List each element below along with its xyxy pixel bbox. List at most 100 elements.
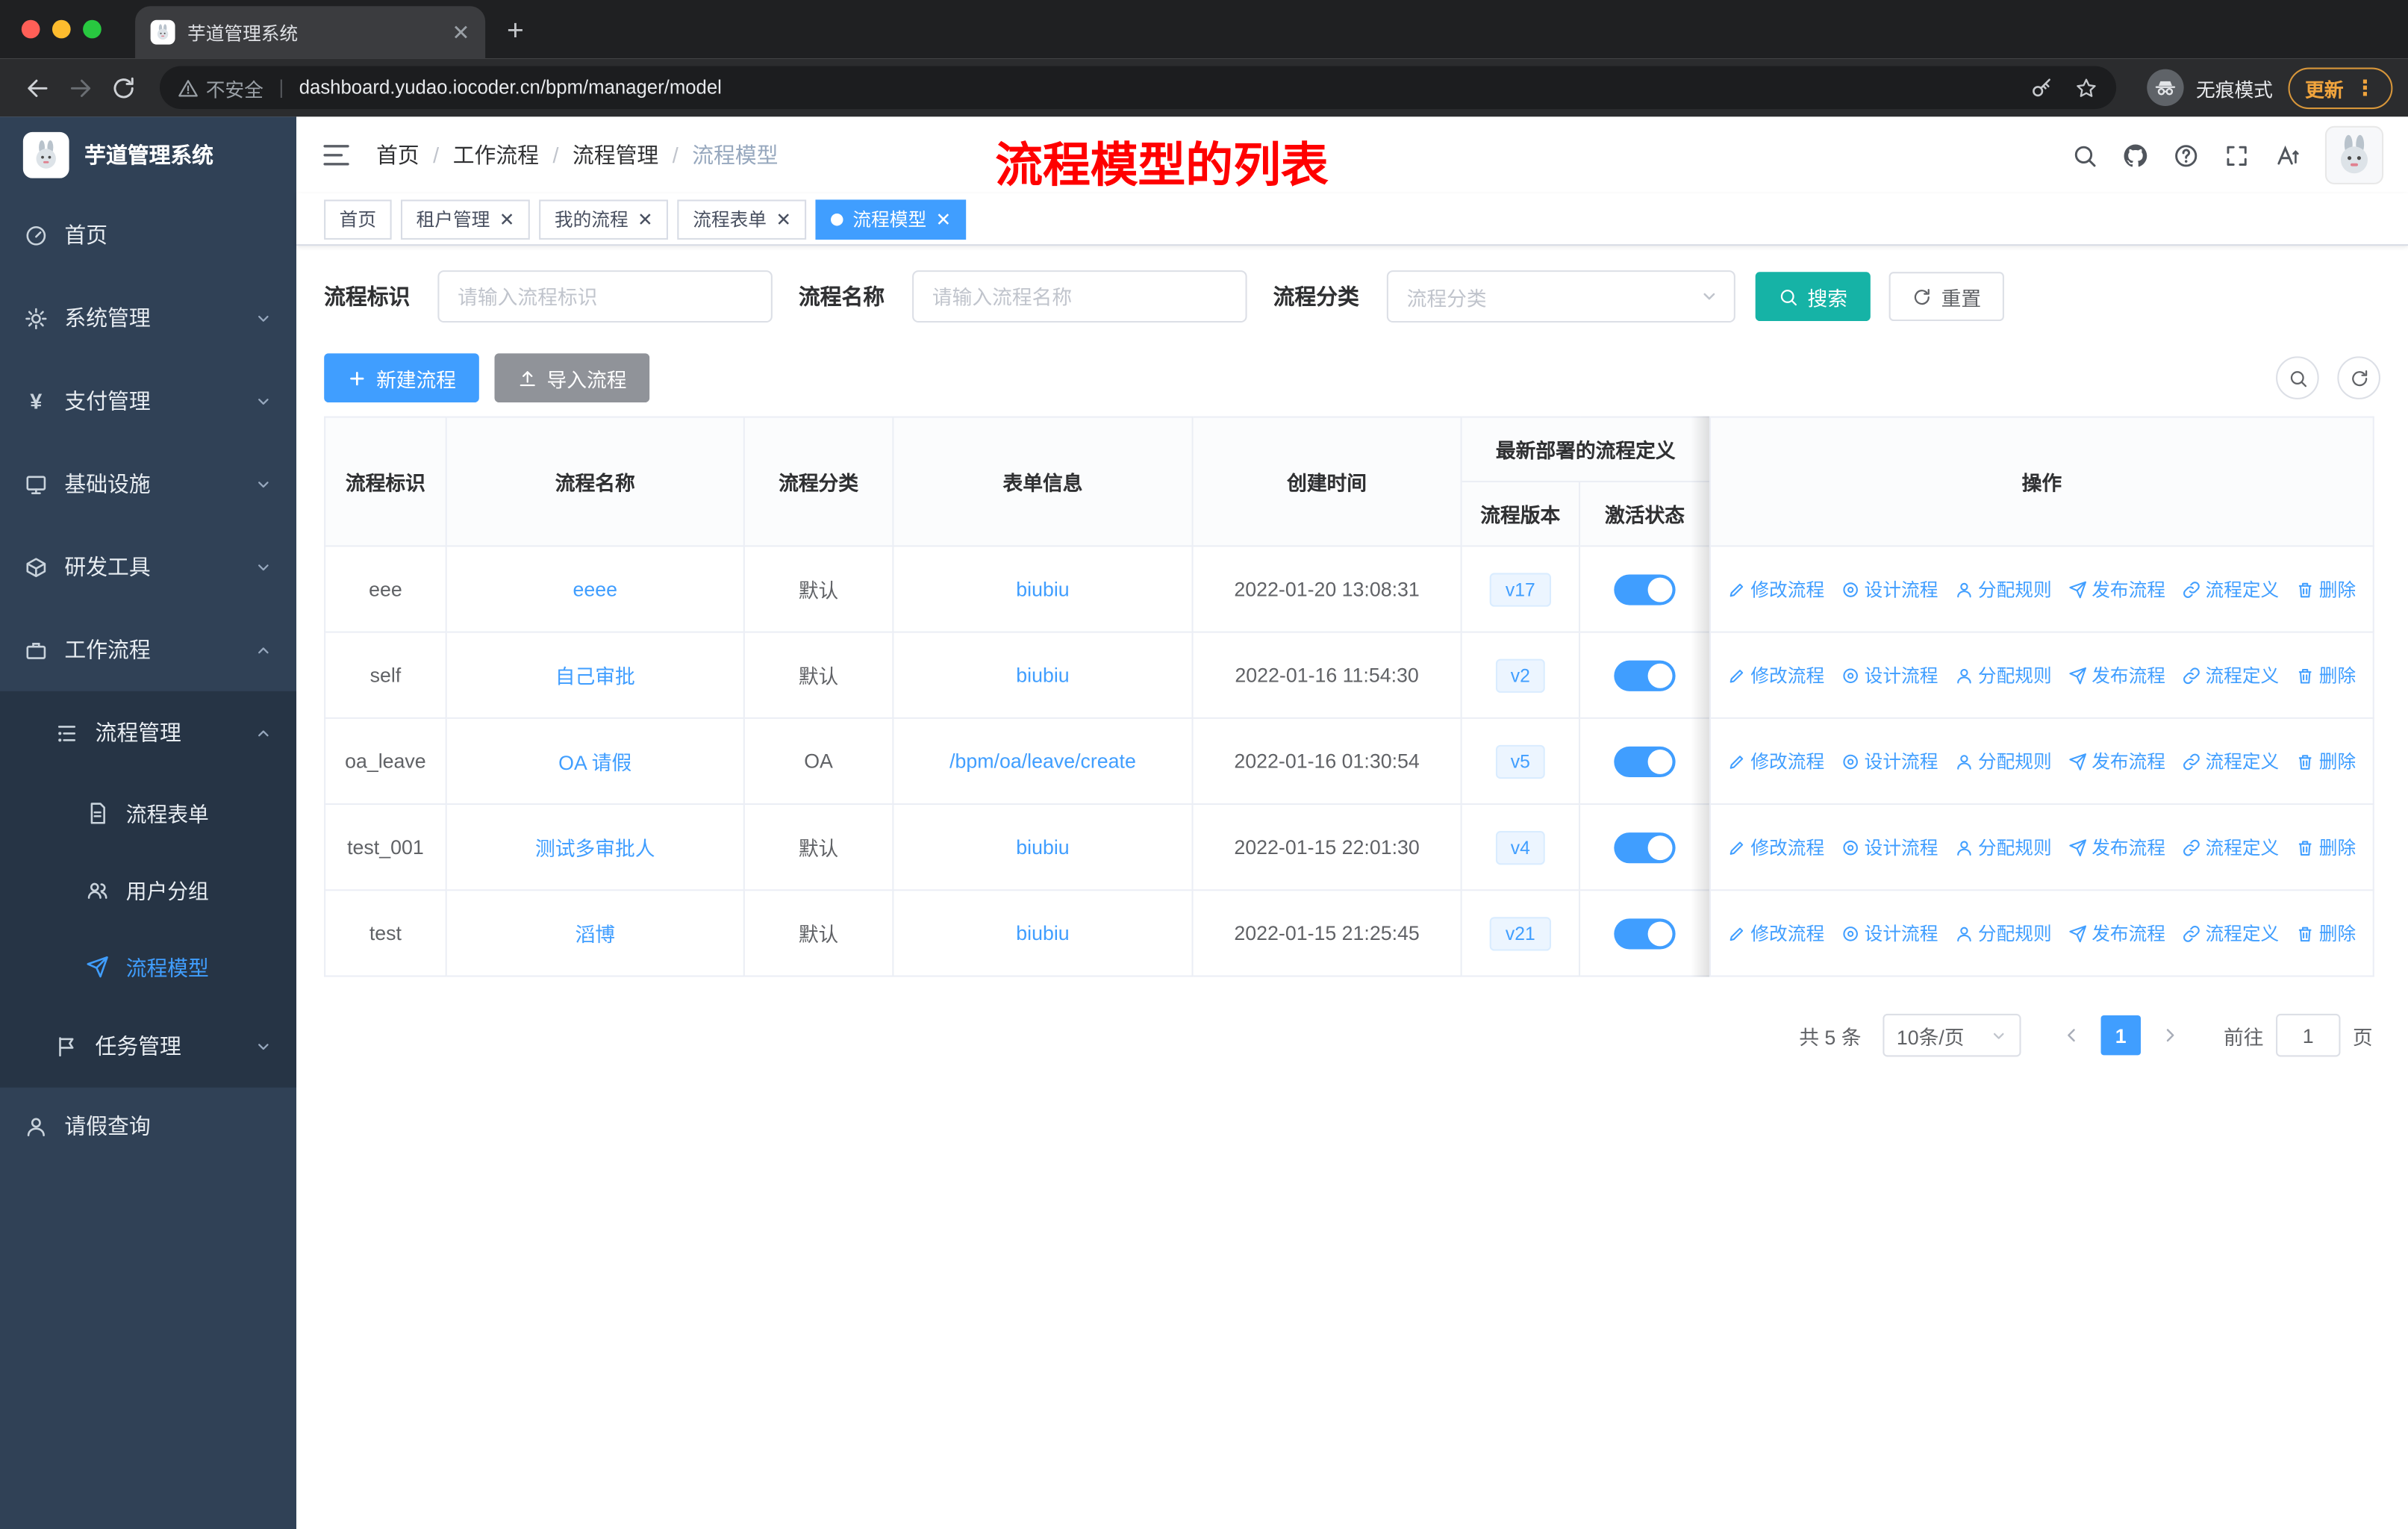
sidebar-item-infra[interactable]: 基础设施 [0,443,296,526]
sidebar-item-process-model[interactable]: 流程模型 [0,928,296,1005]
breadcrumb-item[interactable]: 工作流程 [453,140,539,170]
import-process-button[interactable]: 导入流程 [494,353,650,403]
edit-process-link[interactable]: 修改流程 [1728,576,1824,602]
back-button[interactable] [16,66,59,109]
breadcrumb-item[interactable]: 首页 [376,140,419,170]
design-process-link[interactable]: 设计流程 [1841,920,1938,946]
window-close-button[interactable] [21,19,40,39]
sidebar-item-workflow[interactable]: 工作流程 [0,608,296,691]
process-name-link[interactable]: 测试多审批人 [535,837,655,860]
avatar[interactable] [2324,125,2384,184]
tag-close-icon[interactable]: ✕ [637,210,653,228]
assign-rule-link[interactable]: 分配规则 [1955,834,2052,860]
sidebar-item-payment[interactable]: ¥ 支付管理 [0,359,296,442]
process-definition-link[interactable]: 流程定义 [2183,748,2279,774]
github-icon[interactable] [2122,142,2148,168]
design-process-link[interactable]: 设计流程 [1841,576,1938,602]
tag-close-icon[interactable]: ✕ [776,210,791,228]
sidebar-item-leave-query[interactable]: 请假查询 [0,1088,296,1165]
sidebar-item-task-mgmt[interactable]: 任务管理 [0,1005,296,1088]
active-toggle[interactable] [1614,745,1676,777]
process-name-input[interactable] [912,270,1247,323]
sidebar-item-home[interactable]: 首页 [0,193,296,276]
browser-update-button[interactable]: 更新 ⋮ [2288,66,2393,109]
form-info-link[interactable]: biubiu [1016,921,1069,944]
tag-tenant[interactable]: 租户管理 ✕ [401,199,530,239]
new-tab-button[interactable]: + [507,16,524,49]
prev-page-button[interactable] [2052,1015,2092,1055]
forward-button[interactable] [58,66,102,109]
tab-close-icon[interactable]: ✕ [452,22,470,43]
reload-button[interactable] [102,66,145,109]
assign-rule-link[interactable]: 分配规则 [1955,576,2052,602]
process-definition-link[interactable]: 流程定义 [2183,576,2279,602]
breadcrumb-item[interactable]: 流程管理 [573,140,658,170]
search-icon[interactable] [2071,142,2097,168]
category-select[interactable]: 流程分类 [1386,270,1735,323]
address-bar[interactable]: 不安全 | dashboard.yudao.iocoder.cn/bpm/man… [159,66,2117,110]
process-definition-link[interactable]: 流程定义 [2183,662,2279,688]
process-definition-link[interactable]: 流程定义 [2183,920,2279,946]
edit-process-link[interactable]: 修改流程 [1728,662,1824,688]
delete-link[interactable]: 删除 [2296,576,2356,602]
sidebar-collapse-icon[interactable] [321,140,352,170]
next-page-button[interactable] [2150,1015,2189,1055]
reset-button[interactable]: 重置 [1888,272,2004,321]
sidebar-item-user-group[interactable]: 用户分组 [0,851,296,928]
active-toggle[interactable] [1614,832,1676,863]
app-logo[interactable]: 芋道管理系统 [0,116,296,193]
tag-process-model[interactable]: 流程模型 ✕ [815,199,967,239]
publish-process-link[interactable]: 发布流程 [2068,834,2165,860]
page-number-button[interactable]: 1 [2100,1015,2141,1056]
process-name-link[interactable]: 自己审批 [555,665,635,688]
bookmark-star-icon[interactable] [2074,76,2097,99]
edit-process-link[interactable]: 修改流程 [1728,748,1824,774]
form-info-link[interactable]: biubiu [1016,835,1069,859]
delete-link[interactable]: 删除 [2296,662,2356,688]
window-zoom-button[interactable] [83,19,102,39]
tag-close-icon[interactable]: ✕ [936,210,952,228]
help-icon[interactable] [2173,142,2199,168]
assign-rule-link[interactable]: 分配规则 [1955,662,2052,688]
edit-process-link[interactable]: 修改流程 [1728,920,1824,946]
browser-tab[interactable]: 芋道管理系统 ✕ [135,6,486,59]
refresh-table-button[interactable] [2337,356,2380,399]
process-key-input[interactable] [437,270,773,323]
goto-page-input[interactable] [2276,1013,2341,1057]
font-size-icon[interactable] [2274,142,2301,168]
publish-process-link[interactable]: 发布流程 [2068,748,2165,774]
active-toggle[interactable] [1614,573,1676,605]
tag-close-icon[interactable]: ✕ [499,210,515,228]
assign-rule-link[interactable]: 分配规则 [1955,920,2052,946]
search-button[interactable]: 搜索 [1755,272,1871,321]
sidebar-item-system[interactable]: 系统管理 [0,276,296,359]
active-toggle[interactable] [1614,918,1676,949]
design-process-link[interactable]: 设计流程 [1841,748,1938,774]
sidebar-item-process-form[interactable]: 流程表单 [0,774,296,851]
process-name-link[interactable]: eeee [573,578,617,601]
tag-my-process[interactable]: 我的流程 ✕ [539,199,669,239]
delete-link[interactable]: 删除 [2296,834,2356,860]
delete-link[interactable]: 删除 [2296,748,2356,774]
edit-process-link[interactable]: 修改流程 [1728,834,1824,860]
process-name-link[interactable]: OA 请假 [558,751,631,774]
assign-rule-link[interactable]: 分配规则 [1955,748,2052,774]
page-size-select[interactable]: 10条/页 [1883,1013,2021,1057]
sidebar-item-process-mgmt[interactable]: 流程管理 [0,691,296,774]
fullscreen-icon[interactable] [2224,142,2250,168]
process-name-link[interactable]: 滔博 [575,923,615,946]
tag-home[interactable]: 首页 [324,199,392,239]
publish-process-link[interactable]: 发布流程 [2068,576,2165,602]
process-definition-link[interactable]: 流程定义 [2183,834,2279,860]
design-process-link[interactable]: 设计流程 [1841,662,1938,688]
design-process-link[interactable]: 设计流程 [1841,834,1938,860]
delete-link[interactable]: 删除 [2296,920,2356,946]
sidebar-item-devtools[interactable]: 研发工具 [0,526,296,608]
window-minimize-button[interactable] [52,19,71,39]
active-toggle[interactable] [1614,659,1676,691]
toggle-search-button[interactable] [2276,356,2319,399]
form-info-link[interactable]: biubiu [1016,664,1069,687]
publish-process-link[interactable]: 发布流程 [2068,920,2165,946]
tag-process-form[interactable]: 流程表单 ✕ [677,199,807,239]
form-info-link[interactable]: biubiu [1016,578,1069,601]
